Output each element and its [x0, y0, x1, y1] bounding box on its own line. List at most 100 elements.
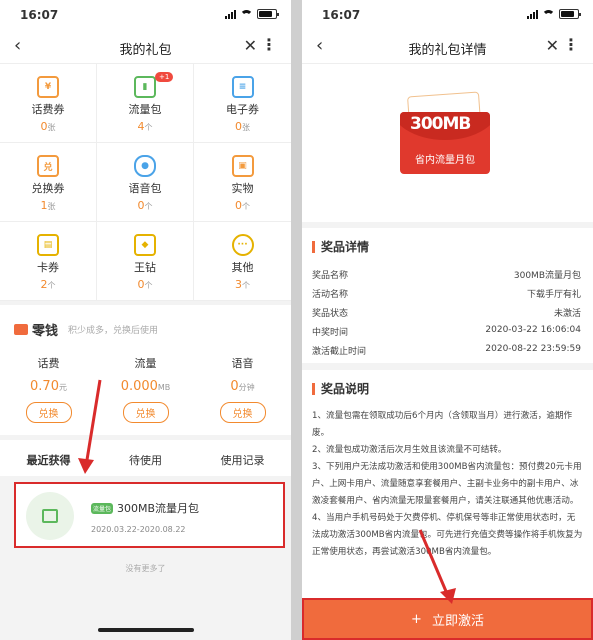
grid-label: 语音包	[128, 182, 162, 195]
prize-hero: 300MB 省内流量月包	[302, 64, 593, 222]
change-item-voice: 语音 0分钟兑换	[194, 355, 291, 423]
status-indicators	[527, 9, 581, 19]
grid-label: 卡券	[37, 261, 59, 274]
data-pack-thumbnail	[26, 492, 74, 540]
prize-amount: 300MB	[410, 114, 471, 134]
more-icon[interactable]: ⋮	[261, 35, 277, 54]
e-coupon-icon: ≡	[231, 76, 254, 98]
exchange-button[interactable]: 兑换	[219, 402, 266, 423]
wifi-icon	[542, 9, 555, 19]
microphone-icon: ●	[134, 155, 156, 177]
change-header: 零钱 积少成多，兑换后使用	[14, 320, 158, 339]
change-item-phone-fee: 话费 0.70元兑换	[0, 355, 97, 423]
data-chart-icon	[42, 509, 58, 523]
gift-grid: ¥ 话费券 0张 +1 ▮ 流量包 4个 ≡ 电子券 0张 兑兑换券 1张 ● 语音包 0个 ▣ 实物…	[0, 64, 291, 301]
card-bag-icon: ▤	[37, 234, 59, 256]
detail-row: 中奖时间 2020-03-22 16:06:04	[312, 325, 581, 338]
activate-label: 立即激活	[431, 613, 484, 629]
grid-item-voice-pack[interactable]: ● 语音包 0个	[97, 143, 194, 222]
status-bar: 16:07	[302, 0, 593, 30]
change-name: 语音	[231, 357, 254, 370]
type-tag: 流量包	[91, 502, 114, 514]
status-indicators	[225, 9, 279, 19]
grid-item-exchange-coupon[interactable]: 兑兑换券 1张	[0, 143, 97, 222]
change-subtitle: 积少成多，兑换后使用	[68, 326, 159, 336]
grid-label: 话费券	[31, 103, 65, 116]
wallet-icon	[14, 324, 28, 335]
change-value: 0分钟	[230, 379, 255, 394]
left-screen: 16:07 ‹ 我的礼包 ✕ ⋮ ¥ 话费券 0张 +1 ▮ 流量包 4个 ≡ 电子券 0张 …	[0, 0, 291, 640]
grid-item-physical[interactable]: ▣ 实物 0个	[194, 143, 291, 222]
nav-bar: ‹ 我的礼包 ✕ ⋮	[0, 30, 291, 64]
battery-icon	[559, 9, 581, 19]
prize-name: 省内流量月包	[415, 155, 475, 166]
grid-label: 兑换券	[31, 182, 65, 195]
detail-row: 激活截止时间 2020-08-22 23:59:59	[312, 344, 581, 357]
grid-label: 其他	[231, 261, 254, 274]
data-chart-icon: ▮	[134, 76, 156, 98]
close-icon[interactable]: ✕	[546, 36, 559, 55]
grid-item-other[interactable]: ··· 其他 3个	[194, 222, 291, 301]
grid-count: 1张	[40, 199, 56, 212]
grid-count: 0张	[40, 120, 56, 133]
close-icon[interactable]: ✕	[244, 36, 257, 55]
grid-item-data-pack[interactable]: +1 ▮ 流量包 4个	[97, 64, 194, 143]
change-name: 话费	[37, 357, 60, 370]
more-dots-icon: ···	[231, 234, 254, 256]
change-title: 零钱	[32, 324, 59, 339]
wifi-icon	[240, 9, 253, 19]
ticket-icon: ¥	[37, 76, 59, 98]
grid-item-king-diamond[interactable]: ◆ 王钻 0个	[97, 222, 194, 301]
red-envelope-icon: 300MB 省内流量月包	[400, 91, 490, 174]
detail-row: 活动名称 下载手厅有礼	[312, 290, 581, 300]
gift-date: 2020.03.22-2020.08.22	[91, 525, 186, 534]
exchange-button[interactable]: 兑换	[25, 402, 72, 423]
no-more-text: 没有更多了	[125, 564, 166, 573]
detail-row: 奖品状态 未激活	[312, 309, 581, 319]
section-title: 奖品详情	[312, 238, 369, 255]
nav-bar: ‹ 我的礼包详情 ✕ ⋮	[302, 30, 593, 64]
gift-list: 流量包 300MB流量月包 2020.03.22-2020.08.22 没有更多了	[0, 476, 291, 640]
grid-item-e-coupon[interactable]: ≡ 电子券 0张	[194, 64, 291, 143]
grid-label: 电子券	[226, 103, 259, 116]
grid-item-phone-coupon[interactable]: ¥ 话费券 0张	[0, 64, 97, 143]
right-screen: 16:07 ‹ 我的礼包详情 ✕ ⋮ 300MB 省内流量月包 奖品详情 奖品名称…	[302, 0, 593, 640]
tab-to-use[interactable]: 待使用	[97, 440, 194, 476]
home-indicator	[97, 628, 194, 632]
activate-button[interactable]: + 立即激活	[302, 598, 593, 640]
detail-row: 奖品名称 300MB流量月包	[312, 271, 581, 281]
grid-count: 3个	[235, 278, 250, 291]
exchange-button[interactable]: 兑换	[122, 402, 169, 423]
gift-title: 300MB流量月包	[117, 502, 200, 515]
change-value: 0.70元	[30, 379, 67, 394]
status-bar: 16:07	[0, 0, 291, 30]
tab-history[interactable]: 使用记录	[194, 440, 291, 476]
new-badge: +1	[155, 72, 174, 82]
grid-count: 0个	[235, 199, 250, 212]
status-time: 16:07	[20, 8, 59, 22]
battery-icon	[257, 9, 279, 19]
grid-item-card-coupon[interactable]: ▤ 卡券 2个	[0, 222, 97, 301]
tab-bar: 最近获得 待使用 使用记录	[0, 440, 291, 476]
gift-card-title-row: 流量包 300MB流量月包	[91, 500, 199, 516]
grid-count: 0个	[137, 278, 153, 291]
plus-icon: +	[411, 611, 422, 627]
prize-detail-section: 奖品详情 奖品名称 300MB流量月包 活动名称 下载手厅有礼 奖品状态 未激活 中奖…	[302, 228, 593, 363]
grid-count: 0张	[235, 120, 250, 133]
signal-icon	[527, 9, 538, 19]
change-item-data: 流量 0.000MB 兑换	[97, 355, 194, 423]
explain-text: 1、流量包需在领取成功后6个月内（含领取当月）进行激活，逾期作废。 2、流量包成…	[312, 411, 583, 557]
gift-card[interactable]: 流量包 300MB流量月包 2020.03.22-2020.08.22	[14, 482, 285, 548]
diamond-icon: ◆	[134, 234, 156, 256]
grid-count: 0个	[137, 199, 153, 212]
change-value: 0.000MB	[120, 379, 171, 394]
change-name: 流量	[134, 357, 157, 370]
gift-box-icon: ▣	[231, 155, 254, 177]
grid-label: 实物	[231, 182, 254, 195]
more-icon[interactable]: ⋮	[563, 35, 579, 54]
tab-recent[interactable]: 最近获得	[0, 440, 97, 476]
status-time: 16:07	[322, 8, 361, 22]
grid-count: 2个	[40, 278, 56, 291]
grid-count: 4个	[137, 120, 153, 133]
section-title: 奖品说明	[312, 380, 369, 397]
